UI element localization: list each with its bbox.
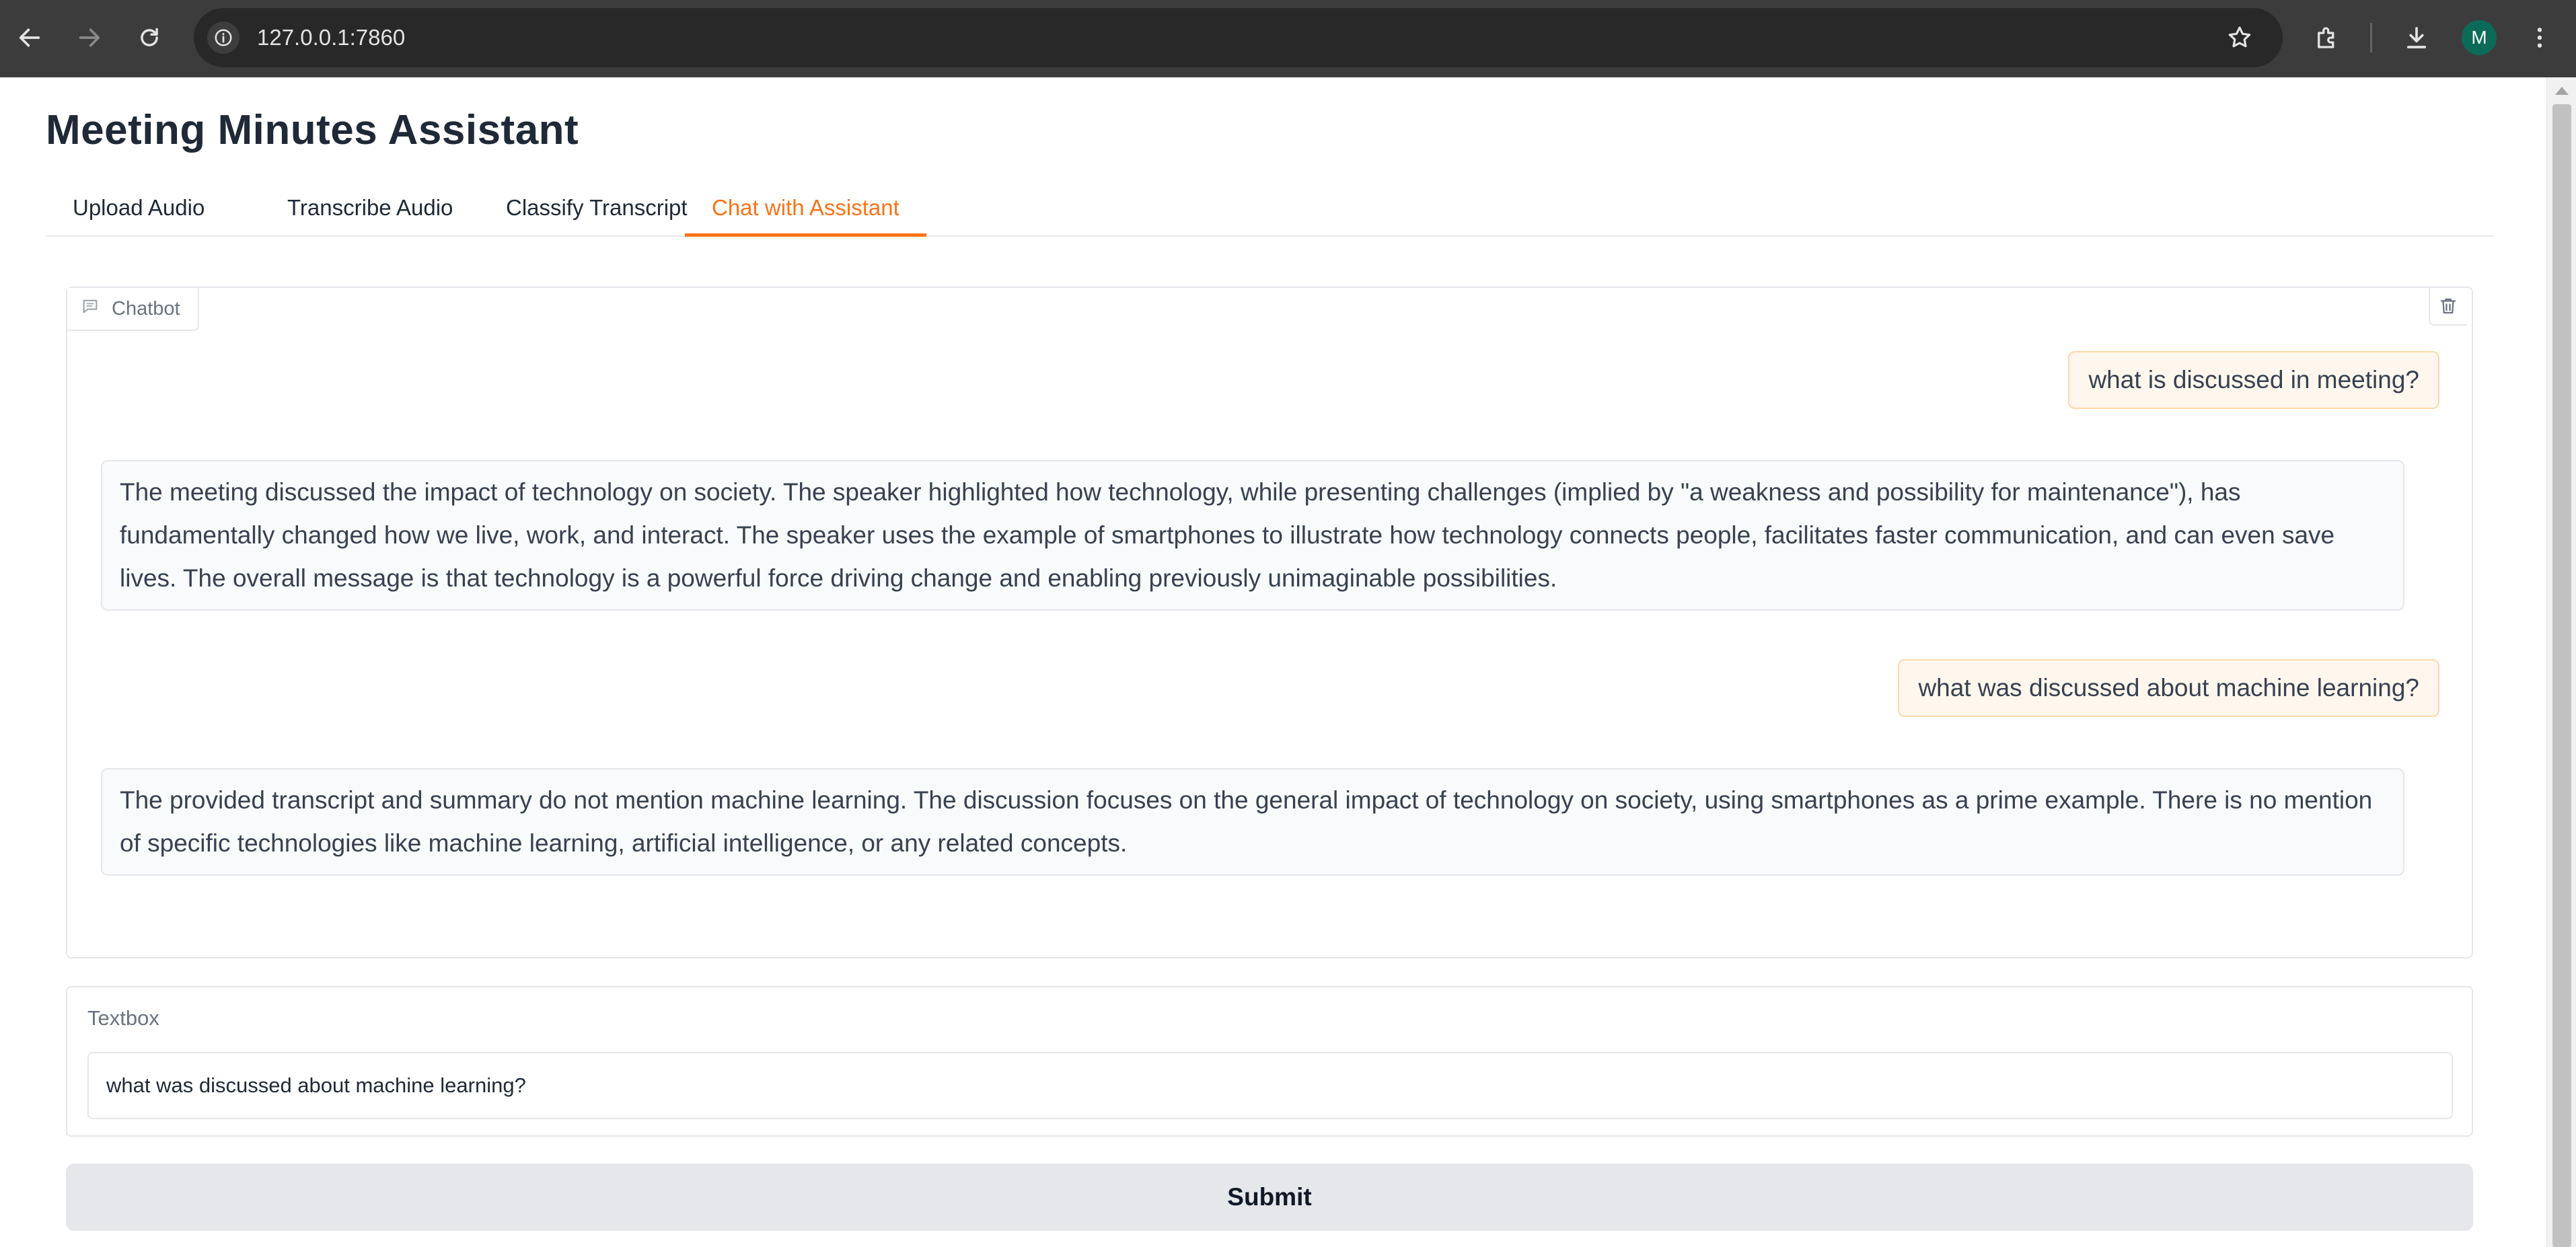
chatbot-label-text: Chatbot [112, 297, 180, 319]
site-info-icon[interactable] [207, 22, 240, 54]
browser-toolbar: 127.0.0.1:7860 M [0, 0, 2576, 77]
textbox-label: Textbox [87, 1006, 159, 1030]
address-bar[interactable]: 127.0.0.1:7860 [194, 8, 2283, 67]
chatbot-label: Chatbot [67, 288, 199, 331]
page-title: Meeting Minutes Assistant [46, 107, 579, 153]
tab-classify-transcript[interactable]: Classify Transcript [479, 179, 714, 237]
download-icon[interactable] [2394, 15, 2439, 61]
assistant-message: The provided transcript and summary do n… [101, 768, 2404, 876]
textbox-panel: Textbox what was discussed about machine… [66, 986, 2473, 1137]
url-text[interactable]: 127.0.0.1:7860 [257, 8, 405, 67]
profile-avatar[interactable]: M [2462, 20, 2497, 55]
message-input[interactable]: what was discussed about machine learnin… [87, 1052, 2453, 1119]
back-icon[interactable] [7, 15, 52, 61]
tab-chat-with-assistant[interactable]: Chat with Assistant [685, 179, 926, 237]
chat-bubble-icon [81, 297, 100, 321]
trash-icon [2440, 298, 2456, 314]
scroll-up-arrow-icon[interactable] [2555, 87, 2569, 95]
toolbar-separator [2370, 23, 2372, 52]
reload-icon[interactable] [126, 15, 172, 61]
forward-icon[interactable] [67, 15, 112, 61]
assistant-message: The meeting discussed the impact of tech… [101, 460, 2404, 611]
user-message: what was discussed about machine learnin… [1898, 659, 2439, 717]
clear-chat-button[interactable] [2429, 288, 2466, 326]
tab-bar: Upload Audio Transcribe Audio Classify T… [46, 179, 2493, 237]
extensions-icon[interactable] [2304, 15, 2350, 61]
bookmark-star-icon[interactable] [2222, 20, 2257, 55]
submit-button[interactable]: Submit [66, 1164, 2473, 1231]
scrollbar-thumb[interactable] [2552, 104, 2571, 1247]
tab-transcribe-audio[interactable]: Transcribe Audio [260, 179, 480, 237]
more-menu-icon[interactable] [2517, 15, 2563, 61]
user-message: what is discussed in meeting? [2068, 351, 2439, 409]
page-scrollbar[interactable] [2546, 77, 2576, 1247]
chatbot-panel: Chatbot what is discussed in meeting? Th… [66, 287, 2473, 958]
tab-upload-audio[interactable]: Upload Audio [46, 179, 231, 237]
